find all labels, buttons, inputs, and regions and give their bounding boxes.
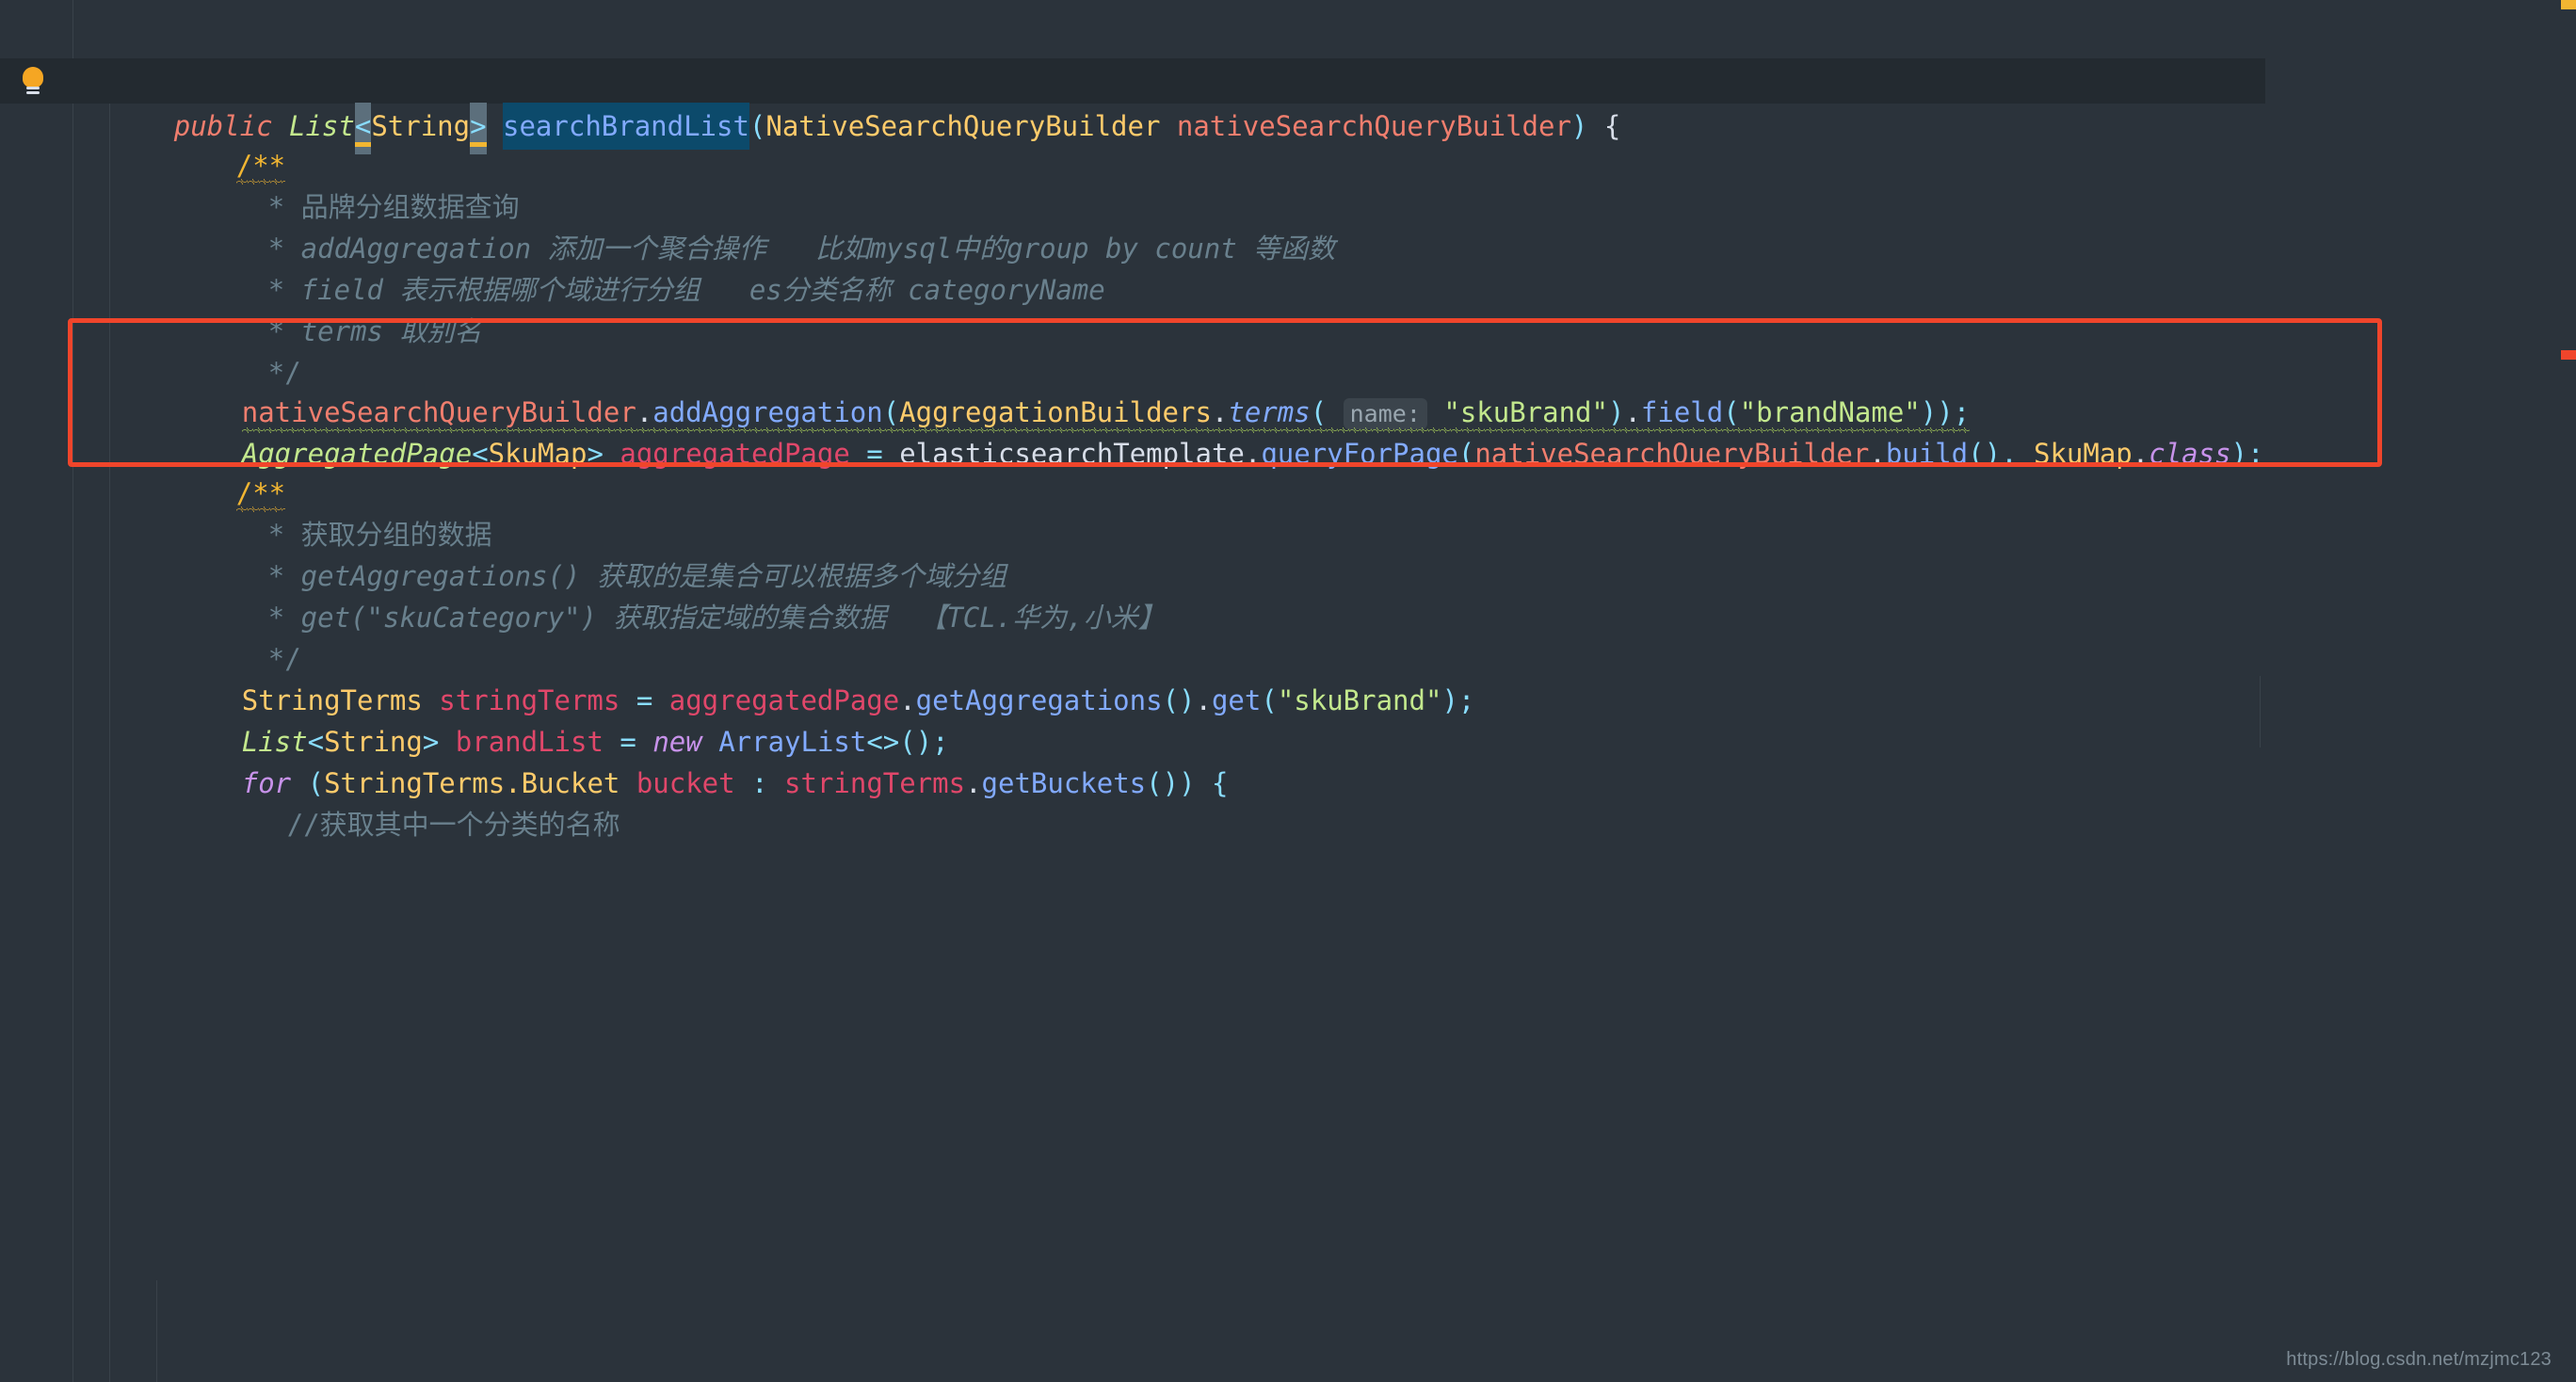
code-line-doc-close-1[interactable]: */ [0,311,2576,389]
code-line-method-signature[interactable]: public List<String> searchBrandList(Nati… [0,58,2576,147]
code-line-doc-4[interactable]: * terms 取别名 [0,269,2576,347]
line-comment: //获取其中一个分类的名称 [286,809,620,841]
code-editor[interactable]: closure */ public List<String> searchBra… [0,0,2576,1382]
code-line-add-aggregation[interactable]: nativeSearchQueryBuilder.addAggregation(… [0,350,2576,433]
code-line-doc-1[interactable]: * 品牌分组数据查询 [0,145,2576,223]
indent-guide [156,1280,157,1382]
lightbulb-icon[interactable] [21,67,45,94]
code-line-brand-list[interactable]: List<String> brandList = new ArrayList<>… [0,680,2576,758]
code-line-aggregated-page[interactable]: AggregatedPage<SkuMap> aggregatedPage = … [0,392,2576,470]
code-line-string-terms[interactable]: StringTerms stringTerms = aggregatedPage… [0,638,2576,716]
code-line-doc-3[interactable]: * field 表示根据哪个域进行分组 es分类名称 categoryName [0,228,2576,306]
code-line-doc-5[interactable]: * 获取分组的数据 [0,473,2576,551]
code-line-doc-open-1[interactable]: /** [0,104,2576,185]
code-line-doc-7[interactable]: * get("skuCategory") 获取指定域的集合数据 【TCL.华为,… [0,555,2576,634]
current-line-right-pad [2265,58,2576,104]
code-line-doc-6[interactable]: * getAggregations() 获取的是集合可以根据多个域分组 [0,514,2576,592]
code-line-doc-2[interactable]: * addAggregation 添加一个聚合操作 比如mysql中的group… [0,186,2576,265]
editor-scroll-rail[interactable] [2561,0,2576,1382]
code-line-doc-close-2[interactable]: */ [0,597,2576,675]
code-line-close-comment[interactable]: */ [0,19,2576,97]
code-line-for-loop[interactable]: for (StringTerms.Bucket bucket : stringT… [0,721,2576,799]
code-line-doc-open-2[interactable]: /** [0,431,2576,512]
code-line-inner-comment[interactable]: //获取其中一个分类的名称 [0,763,2576,841]
warning-marker[interactable] [2561,0,2576,9]
error-marker[interactable] [2561,350,2576,360]
watermark-url: https://blog.csdn.net/mzjmc123 [2286,1349,2552,1370]
